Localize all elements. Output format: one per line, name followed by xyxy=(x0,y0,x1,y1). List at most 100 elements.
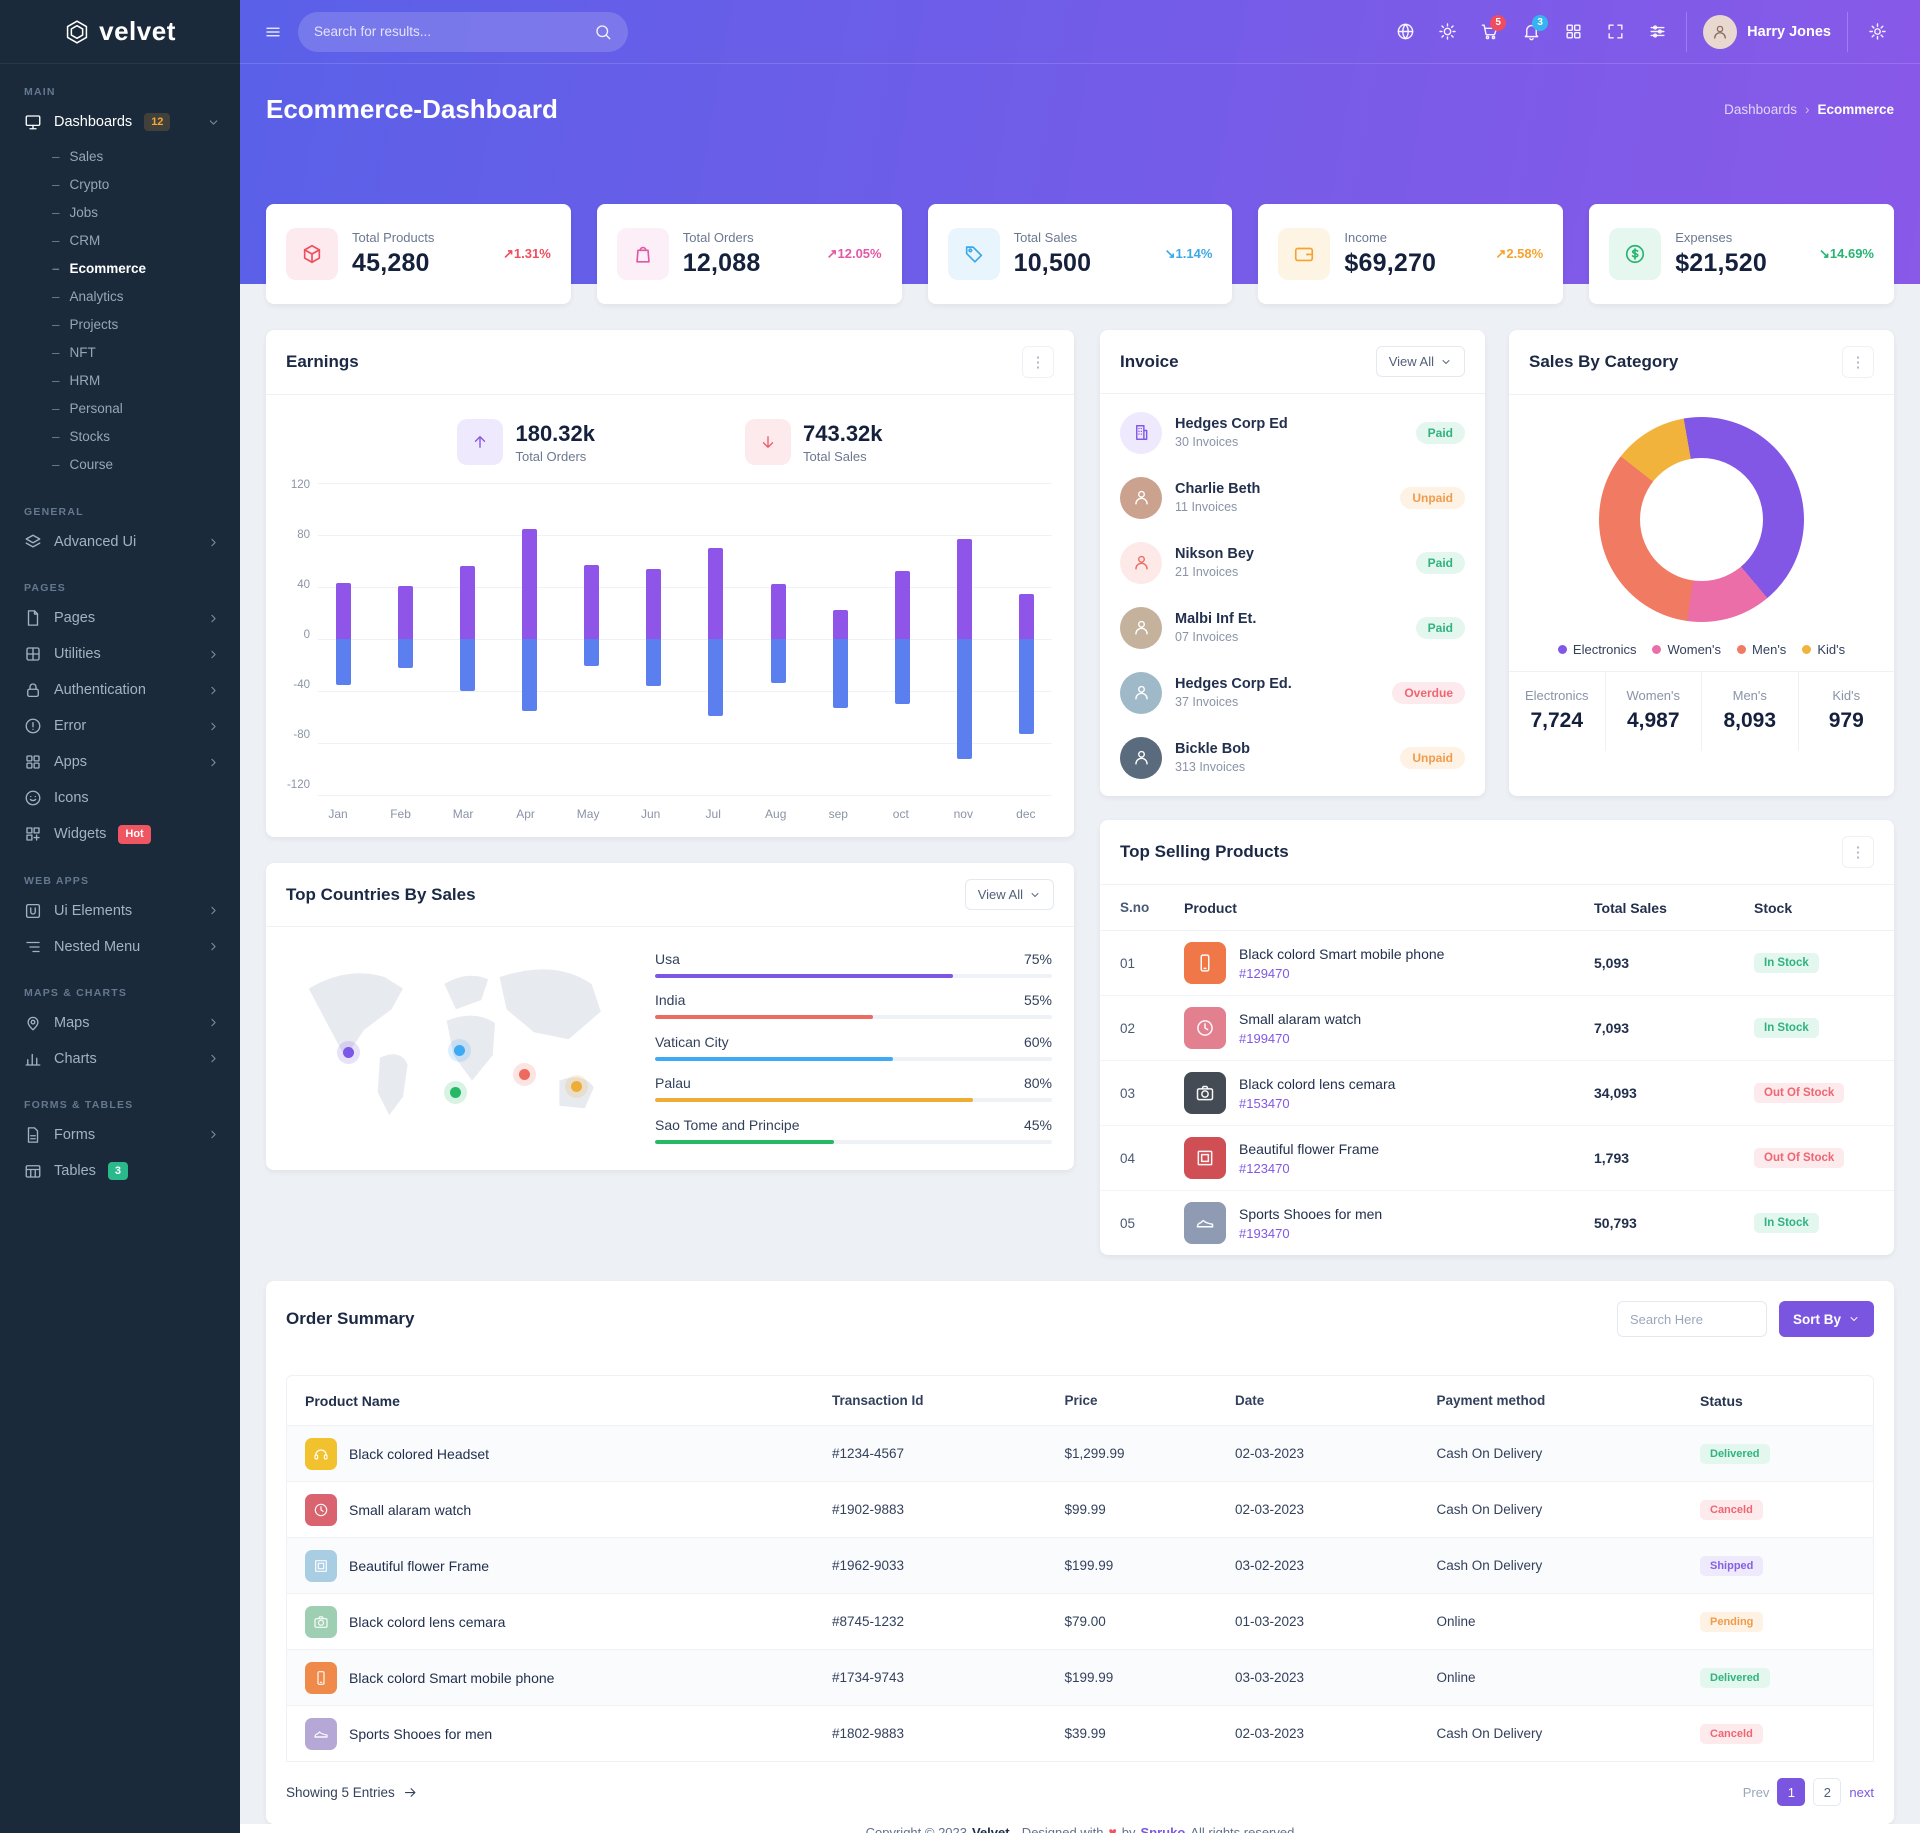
sales-bar[interactable] xyxy=(584,639,599,666)
product-id-link[interactable]: #193470 xyxy=(1239,1226,1382,1241)
orders-bar[interactable] xyxy=(336,583,351,639)
invoice-item-hedges-corp-ed-[interactable]: Hedges Corp Ed.37 InvoicesOverdue xyxy=(1100,660,1485,725)
bar-group-oct[interactable] xyxy=(895,483,910,795)
sales-bar[interactable] xyxy=(833,639,848,708)
sidebar-item-advanced-ui[interactable]: Advanced Ui xyxy=(0,524,240,560)
sidebar-subitem-projects[interactable]: –Projects xyxy=(0,310,240,338)
country-row-sao-tome-and-principe[interactable]: Sao Tome and Principe45% xyxy=(655,1117,1052,1144)
sidebar-subitem-crm[interactable]: –CRM xyxy=(0,226,240,254)
pagination-next[interactable]: next xyxy=(1849,1785,1874,1800)
order-row[interactable]: Small alaram watch#1902-9883$99.9902-03-… xyxy=(287,1482,1873,1538)
sales-bar[interactable] xyxy=(398,639,413,668)
product-id-link[interactable]: #199470 xyxy=(1239,1031,1361,1046)
product-row[interactable]: 05Sports Shooes for men#19347050,793In S… xyxy=(1100,1191,1894,1255)
sales-bar[interactable] xyxy=(460,639,475,691)
product-row[interactable]: 04Beautiful flower Frame#1234701,793Out … xyxy=(1100,1126,1894,1191)
sidebar-subitem-course[interactable]: –Course xyxy=(0,450,240,478)
order-row[interactable]: Black colord lens cemara#8745-1232$79.00… xyxy=(287,1594,1873,1650)
sidebar-subitem-sales[interactable]: –Sales xyxy=(0,142,240,170)
bar-group-jul[interactable] xyxy=(708,483,723,795)
bar-group-apr[interactable] xyxy=(522,483,537,795)
sales-bar[interactable] xyxy=(336,639,351,685)
product-row[interactable]: 01Black colord Smart mobile phone#129470… xyxy=(1100,931,1894,996)
sidebar-subitem-stocks[interactable]: –Stocks xyxy=(0,422,240,450)
product-row[interactable]: 03Black colord lens cemara#15347034,093O… xyxy=(1100,1061,1894,1126)
sales-bar[interactable] xyxy=(957,639,972,759)
product-row[interactable]: 02Small alaram watch#1994707,093In Stock xyxy=(1100,996,1894,1061)
bar-group-dec[interactable] xyxy=(1019,483,1034,795)
apps-grid-icon[interactable] xyxy=(1554,13,1592,51)
country-row-usa[interactable]: Usa75% xyxy=(655,951,1052,978)
sun-icon[interactable] xyxy=(1428,13,1466,51)
country-row-india[interactable]: India55% xyxy=(655,992,1052,1019)
invoice-item-charlie-beth[interactable]: Charlie Beth11 InvoicesUnpaid xyxy=(1100,465,1485,530)
order-row[interactable]: Beautiful flower Frame#1962-9033$199.990… xyxy=(287,1538,1873,1594)
sliders-icon[interactable] xyxy=(1638,13,1676,51)
sidebar-item-authentication[interactable]: Authentication xyxy=(0,672,240,708)
pagination-page-1[interactable]: 1 xyxy=(1777,1778,1805,1806)
sidebar-item-widgets[interactable]: WidgetsHot xyxy=(0,816,240,852)
globe-icon[interactable] xyxy=(1386,13,1424,51)
bar-group-aug[interactable] xyxy=(771,483,786,795)
global-search[interactable] xyxy=(298,12,628,52)
product-id-link[interactable]: #153470 xyxy=(1239,1096,1395,1111)
invoice-item-nikson-bey[interactable]: Nikson Bey21 InvoicesPaid xyxy=(1100,530,1485,595)
order-row[interactable]: Black colord Smart mobile phone#1734-974… xyxy=(287,1650,1873,1706)
search-input[interactable] xyxy=(314,24,594,39)
top-products-menu-button[interactable]: ⋮ xyxy=(1842,836,1874,868)
order-search-input[interactable] xyxy=(1617,1301,1767,1337)
invoice-item-hedges-corp-ed[interactable]: Hedges Corp Ed30 InvoicesPaid xyxy=(1100,400,1485,465)
sidebar-item-pages[interactable]: Pages xyxy=(0,600,240,636)
country-row-palau[interactable]: Palau80% xyxy=(655,1075,1052,1102)
map-marker-icon[interactable] xyxy=(454,1045,465,1056)
sidebar-subitem-ecommerce[interactable]: –Ecommerce xyxy=(0,254,240,282)
sidebar-item-tables[interactable]: Tables3 xyxy=(0,1153,240,1189)
orders-bar[interactable] xyxy=(708,548,723,639)
country-row-vatican-city[interactable]: Vatican City60% xyxy=(655,1034,1052,1061)
sales-bar[interactable] xyxy=(1019,639,1034,734)
orders-bar[interactable] xyxy=(895,571,910,639)
orders-bar[interactable] xyxy=(833,610,848,639)
fullscreen-icon[interactable] xyxy=(1596,13,1634,51)
sidebar-subitem-hrm[interactable]: –HRM xyxy=(0,366,240,394)
sales-bar[interactable] xyxy=(708,639,723,716)
sales-bar[interactable] xyxy=(646,639,661,686)
sidebar-item-charts[interactable]: Charts xyxy=(0,1041,240,1077)
bar-group-jun[interactable] xyxy=(646,483,661,795)
stat-card-total-orders[interactable]: Total Orders12,088↗12.05% xyxy=(597,204,902,304)
top-countries-view-all-button[interactable]: View All xyxy=(965,879,1054,910)
orders-bar[interactable] xyxy=(771,584,786,639)
sidebar-item-forms[interactable]: Forms xyxy=(0,1117,240,1153)
invoice-view-all-button[interactable]: View All xyxy=(1376,346,1465,377)
sidebar-subitem-jobs[interactable]: –Jobs xyxy=(0,198,240,226)
search-icon[interactable] xyxy=(594,23,612,41)
pagination-prev[interactable]: Prev xyxy=(1743,1785,1770,1800)
bar-group-may[interactable] xyxy=(584,483,599,795)
cart-icon[interactable]: 5 xyxy=(1470,13,1508,51)
orders-bar[interactable] xyxy=(522,529,537,640)
invoice-item-bickle-bob[interactable]: Bickle Bob313 InvoicesUnpaid xyxy=(1100,725,1485,790)
orders-bar[interactable] xyxy=(584,565,599,639)
sidebar-item-dashboards[interactable]: Dashboards12 xyxy=(0,104,240,140)
product-id-link[interactable]: #123470 xyxy=(1239,1161,1379,1176)
order-row[interactable]: Sports Shooes for men#1802-9883$39.9902-… xyxy=(287,1706,1873,1762)
footer-author-link[interactable]: Spruko xyxy=(1141,1825,1186,1833)
sidebar-subitem-nft[interactable]: –NFT xyxy=(0,338,240,366)
menu-toggle-icon[interactable] xyxy=(264,23,282,41)
sidebar-item-nested-menu[interactable]: Nested Menu xyxy=(0,929,240,965)
stat-card-income[interactable]: Income$69,270↗2.58% xyxy=(1258,204,1563,304)
orders-bar[interactable] xyxy=(398,586,413,639)
sidebar-item-error[interactable]: Error xyxy=(0,708,240,744)
bar-group-mar[interactable] xyxy=(460,483,475,795)
sidebar-item-maps[interactable]: Maps xyxy=(0,1005,240,1041)
orders-bar[interactable] xyxy=(646,569,661,639)
orders-bar[interactable] xyxy=(957,539,972,639)
stat-card-expenses[interactable]: Expenses$21,520↘14.69% xyxy=(1589,204,1894,304)
bar-group-nov[interactable] xyxy=(957,483,972,795)
orders-bar[interactable] xyxy=(460,566,475,639)
sidebar-subitem-personal[interactable]: –Personal xyxy=(0,394,240,422)
stat-card-total-sales[interactable]: Total Sales10,500↘1.14% xyxy=(928,204,1233,304)
bar-group-jan[interactable] xyxy=(336,483,351,795)
sales-bar[interactable] xyxy=(771,639,786,683)
bar-group-sep[interactable] xyxy=(833,483,848,795)
